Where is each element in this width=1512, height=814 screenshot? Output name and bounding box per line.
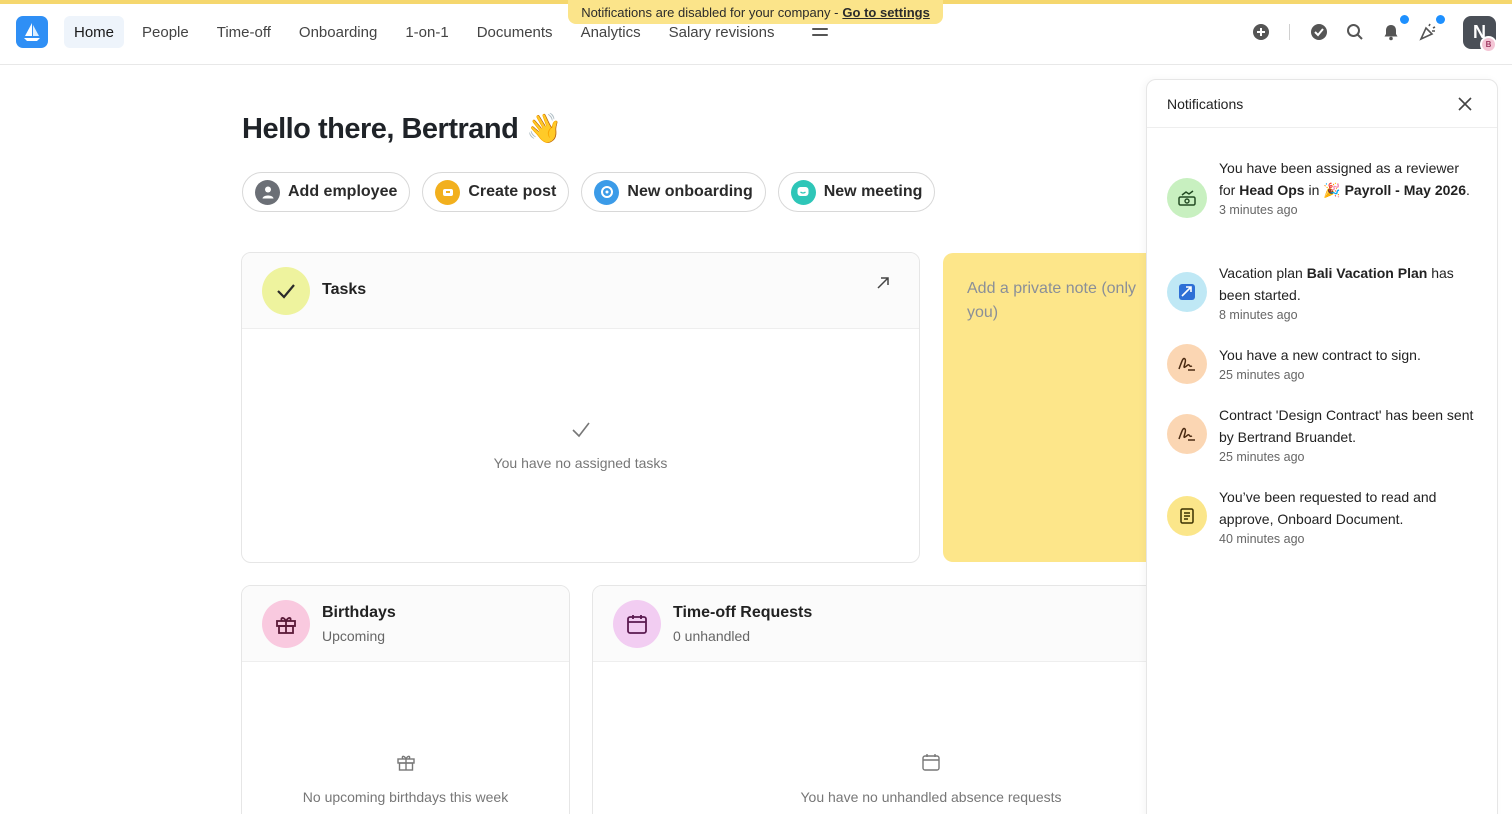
close-icon[interactable] — [1457, 96, 1473, 112]
private-note-placeholder: Add a private note (only you) — [967, 280, 1136, 321]
birthdays-title: Birthdays — [322, 604, 396, 621]
notification-time: 8 minutes ago — [1219, 308, 1298, 322]
new-meeting-button[interactable]: New meeting — [777, 172, 936, 212]
notification-time: 25 minutes ago — [1219, 368, 1305, 382]
expand-arrow-icon[interactable] — [875, 275, 891, 296]
party-icon[interactable] — [1416, 20, 1440, 44]
banner-text: Notifications are disabled for your comp… — [581, 4, 839, 20]
notifications-panel: Notifications You have been assigned as … — [1146, 79, 1498, 814]
nav-1-on-1[interactable]: 1-on-1 — [395, 16, 458, 48]
notification-item[interactable]: You have a new contract to sign. 25 minu… — [1167, 344, 1477, 394]
notification-text: Vacation plan Bali Vacation Plan has bee… — [1219, 262, 1477, 324]
quick-actions: Add employee Create post New onboarding … — [242, 172, 936, 212]
notification-text: You have been assigned as a reviewer for… — [1219, 157, 1477, 219]
gift-icon — [262, 600, 310, 648]
new-onboarding-label: New onboarding — [627, 183, 753, 200]
notifications-disabled-banner: Notifications are disabled for your comp… — [568, 0, 943, 24]
private-note[interactable]: Add a private note (only you) — [943, 253, 1163, 562]
lifebuoy-icon — [594, 179, 620, 205]
calendar-icon — [613, 600, 661, 648]
birthdays-card-header: Birthdays Upcoming — [242, 586, 569, 662]
notification-text: You’ve been requested to read and approv… — [1219, 486, 1477, 548]
notification-text: You have a new contract to sign. 25 minu… — [1219, 344, 1477, 384]
notification-time: 3 minutes ago — [1219, 203, 1298, 217]
empty-check-icon — [570, 419, 592, 446]
page-greeting: Hello there, Bertrand 👋 — [242, 112, 562, 146]
company-avatar-badge: B — [1480, 36, 1497, 53]
document-icon — [1167, 496, 1207, 536]
time-off-title: Time-off Requests — [673, 604, 813, 621]
add-employee-button[interactable]: Add employee — [242, 172, 411, 212]
notification-item[interactable]: Contract 'Design Contract' has been sent… — [1167, 404, 1477, 474]
wave-emoji: 👋 — [526, 113, 562, 145]
app-logo[interactable] — [16, 16, 48, 48]
check-circle-icon[interactable] — [1307, 20, 1331, 44]
tasks-empty-text: You have no assigned tasks — [493, 455, 668, 471]
time-off-subtitle: 0 unhandled — [673, 628, 751, 644]
vacation-plan-icon — [1167, 272, 1207, 312]
tasks-title: Tasks — [322, 281, 367, 298]
nav-home[interactable]: Home — [64, 16, 125, 48]
plus-circle-icon[interactable] — [1249, 20, 1273, 44]
hamburger-menu-icon[interactable] — [812, 22, 828, 36]
notification-time: 25 minutes ago — [1219, 450, 1305, 464]
sailboat-icon — [24, 23, 40, 41]
nav-people[interactable]: People — [132, 16, 199, 48]
tasks-card-header: Tasks — [242, 253, 919, 329]
notifications-header: Notifications — [1147, 80, 1497, 128]
signature-icon — [1167, 344, 1207, 384]
notification-item[interactable]: Vacation plan Bali Vacation Plan has bee… — [1167, 262, 1477, 332]
go-to-settings-link[interactable]: Go to settings — [842, 5, 929, 20]
add-employee-label: Add employee — [288, 183, 398, 200]
notification-item[interactable]: You’ve been requested to read and approv… — [1167, 486, 1477, 556]
nav-divider — [1289, 24, 1290, 40]
notifications-title: Notifications — [1167, 96, 1244, 112]
nav-documents[interactable]: Documents — [467, 16, 563, 48]
new-meeting-label: New meeting — [823, 183, 923, 200]
birthdays-card: Birthdays Upcoming No upcoming birthdays… — [241, 585, 570, 814]
signature-icon — [1167, 414, 1207, 454]
chat-smile-icon — [790, 179, 816, 205]
new-onboarding-button[interactable]: New onboarding — [581, 172, 766, 212]
checkmark-icon — [262, 267, 310, 315]
bell-badge — [1400, 15, 1409, 24]
birthdays-subtitle: Upcoming — [322, 628, 386, 644]
notification-item[interactable]: You have been assigned as a reviewer for… — [1167, 157, 1477, 247]
mailbox-icon — [435, 179, 461, 205]
person-icon — [255, 179, 280, 205]
notification-time: 40 minutes ago — [1219, 532, 1305, 546]
payroll-money-icon — [1167, 178, 1207, 218]
tasks-card: Tasks You have no assigned tasks — [241, 252, 920, 563]
create-post-button[interactable]: Create post — [422, 172, 570, 212]
greeting-text: Hello there, Bertrand — [242, 112, 519, 145]
empty-calendar-icon — [921, 752, 941, 777]
search-icon[interactable] — [1343, 20, 1367, 44]
birthdays-empty-text: No upcoming birthdays this week — [302, 789, 509, 805]
notification-text: Contract 'Design Contract' has been sent… — [1219, 404, 1477, 466]
bell-icon[interactable] — [1379, 20, 1403, 44]
party-badge — [1436, 15, 1445, 24]
empty-gift-icon — [396, 752, 416, 777]
nav-time-off[interactable]: Time-off — [207, 16, 281, 48]
create-post-label: Create post — [468, 183, 557, 200]
nav-onboarding[interactable]: Onboarding — [289, 16, 387, 48]
